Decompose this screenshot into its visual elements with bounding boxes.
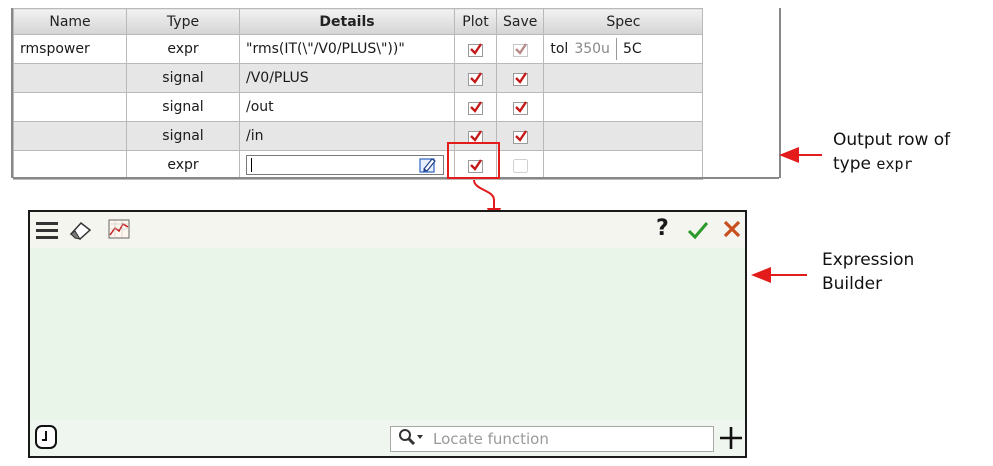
builder-footer: Locate function xyxy=(30,420,745,456)
check-icon[interactable] xyxy=(687,220,709,244)
locate-function-input[interactable]: Locate function xyxy=(390,426,714,452)
expression-builder: ? Locate function xyxy=(28,210,747,458)
expression-editor-area[interactable] xyxy=(30,248,745,420)
builder-annotation: Expression Builder xyxy=(822,250,915,294)
plus-icon[interactable] xyxy=(720,427,742,453)
menu-icon[interactable] xyxy=(36,221,58,243)
clock-icon[interactable] xyxy=(34,424,58,454)
search-icon xyxy=(399,429,425,449)
builder-toolbar: ? xyxy=(30,212,745,248)
eraser-icon[interactable] xyxy=(68,220,94,244)
close-icon[interactable] xyxy=(723,220,741,242)
plot-icon[interactable] xyxy=(108,219,130,243)
output-row-annotation: Output row of type expr xyxy=(833,130,951,174)
output-row-arrow-head xyxy=(779,147,799,163)
locate-placeholder: Locate function xyxy=(433,430,549,448)
help-icon[interactable]: ? xyxy=(656,216,669,241)
builder-arrow-head xyxy=(751,267,771,283)
